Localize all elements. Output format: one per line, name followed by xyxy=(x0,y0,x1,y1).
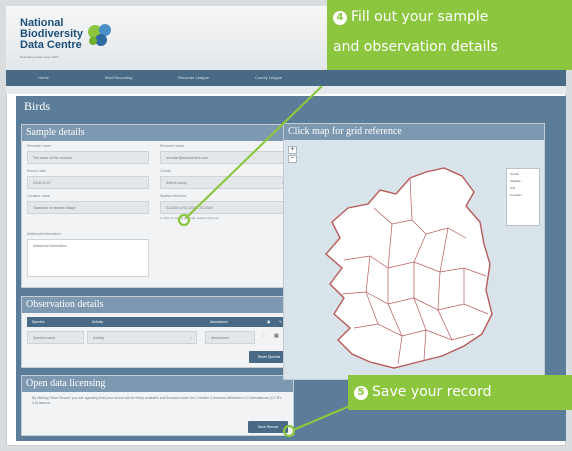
spatial-reference-label: Spatial reference xyxy=(160,194,187,198)
county-select[interactable]: Select county ↕ xyxy=(160,176,288,189)
visibility-icon[interactable]: ◌ xyxy=(262,333,265,339)
column-activity: Activity xyxy=(92,320,104,324)
observation-details-panel: Observation details Species Activity Abu… xyxy=(21,296,294,368)
location-name-label: Location name xyxy=(27,194,50,198)
nav-home[interactable]: Home xyxy=(6,70,81,86)
page-title: Birds xyxy=(24,99,51,113)
chevron-down-icon: ↕ xyxy=(190,336,192,340)
map-heading: Click map for grid reference xyxy=(284,124,544,140)
licensing-text: By clicking 'Save Record' you are agreei… xyxy=(32,396,282,405)
licensing-heading: Open data licensing xyxy=(22,376,293,392)
licensing-panel: Open data licensing By clicking 'Save Re… xyxy=(21,375,294,436)
image-icon[interactable]: ▣ xyxy=(267,317,270,327)
delete-icon[interactable]: ▦ xyxy=(274,333,279,339)
observation-table-header: Species Activity Abundance ▣ ✎ xyxy=(27,317,290,327)
ireland-county-map[interactable] xyxy=(314,164,514,374)
logo-wordmark: National Biodiversity Data Centre xyxy=(20,18,83,51)
sample-details-heading: Sample details xyxy=(22,125,293,141)
step-5-callout: 5 Save your record xyxy=(348,375,572,410)
logo-leaf-icon xyxy=(88,24,111,46)
column-species: Species xyxy=(32,320,45,324)
step-4-callout: 4 Fill out your sample and observation de… xyxy=(327,0,572,70)
ireland-landmass xyxy=(325,167,493,369)
county-select-value: Select county xyxy=(166,181,188,185)
column-abundance: Abundance xyxy=(210,320,228,324)
spatial-reference-field[interactable]: S12345 or 51.12345,-9.12345 xyxy=(160,201,288,214)
observation-details-heading: Observation details xyxy=(22,297,293,313)
record-date-field[interactable]: 2018-10-07 xyxy=(27,176,149,189)
edit-icon[interactable]: ✎ xyxy=(279,317,282,327)
nav-recorder-league[interactable]: Recorder League xyxy=(156,70,231,86)
step-5-line: 5 Save your record xyxy=(354,381,491,403)
recorder-name-label: Recorder name xyxy=(27,144,52,148)
map-panel[interactable]: Click map for grid reference + − Terrain… xyxy=(283,123,545,380)
abundance-field[interactable]: Abundance xyxy=(205,331,255,344)
logo-tagline: Recording nature since 2007 xyxy=(20,55,59,59)
recorder-name-field[interactable]: The name of the recorder xyxy=(27,151,149,164)
step-5-text: Save your record xyxy=(372,384,492,400)
nav-subband xyxy=(6,86,566,94)
step-4-text-1: Fill out your sample xyxy=(351,9,489,25)
zoom-in-button[interactable]: + xyxy=(288,146,297,154)
step-5-number: 5 xyxy=(354,386,368,400)
additional-info-label: Additional information xyxy=(27,232,61,236)
step-4-number: 4 xyxy=(333,11,347,25)
location-name-field[interactable]: Townland or nearest village xyxy=(27,201,149,214)
zoom-out-button[interactable]: − xyxy=(288,155,297,163)
spatial-hint-text: Click on map to generate spatial referen… xyxy=(162,216,220,220)
nav-start-recording[interactable]: Start Recording xyxy=(81,70,156,86)
logo-line-3: Data Centre xyxy=(20,39,82,51)
save-record-button[interactable]: Save Record xyxy=(248,421,288,433)
nav-county-league[interactable]: County League xyxy=(231,70,306,86)
step-4-line-1: 4 Fill out your sample xyxy=(333,6,488,28)
activity-select-value: Activity xyxy=(93,336,105,340)
activity-select[interactable]: Activity ↕ xyxy=(87,331,197,344)
spatial-reference-hint: ● Click on map to generate spatial refer… xyxy=(160,216,219,220)
nbdc-logo[interactable]: National Biodiversity Data Centre Record… xyxy=(20,18,115,64)
county-label: County xyxy=(160,169,172,173)
recorder-email-field[interactable]: recorder@somewhere.com xyxy=(160,151,288,164)
main-navigation: Home Start Recording Recorder League Cou… xyxy=(6,70,566,86)
step-4-line-2: and observation details xyxy=(333,39,498,55)
record-date-label: Record date xyxy=(27,169,47,173)
additional-info-textarea[interactable]: Additional information xyxy=(27,239,149,277)
species-field[interactable]: Species name xyxy=(27,331,84,344)
sample-details-panel: Sample details Recorder name The name of… xyxy=(21,124,294,288)
recorder-email-label: Recorder email xyxy=(160,144,184,148)
